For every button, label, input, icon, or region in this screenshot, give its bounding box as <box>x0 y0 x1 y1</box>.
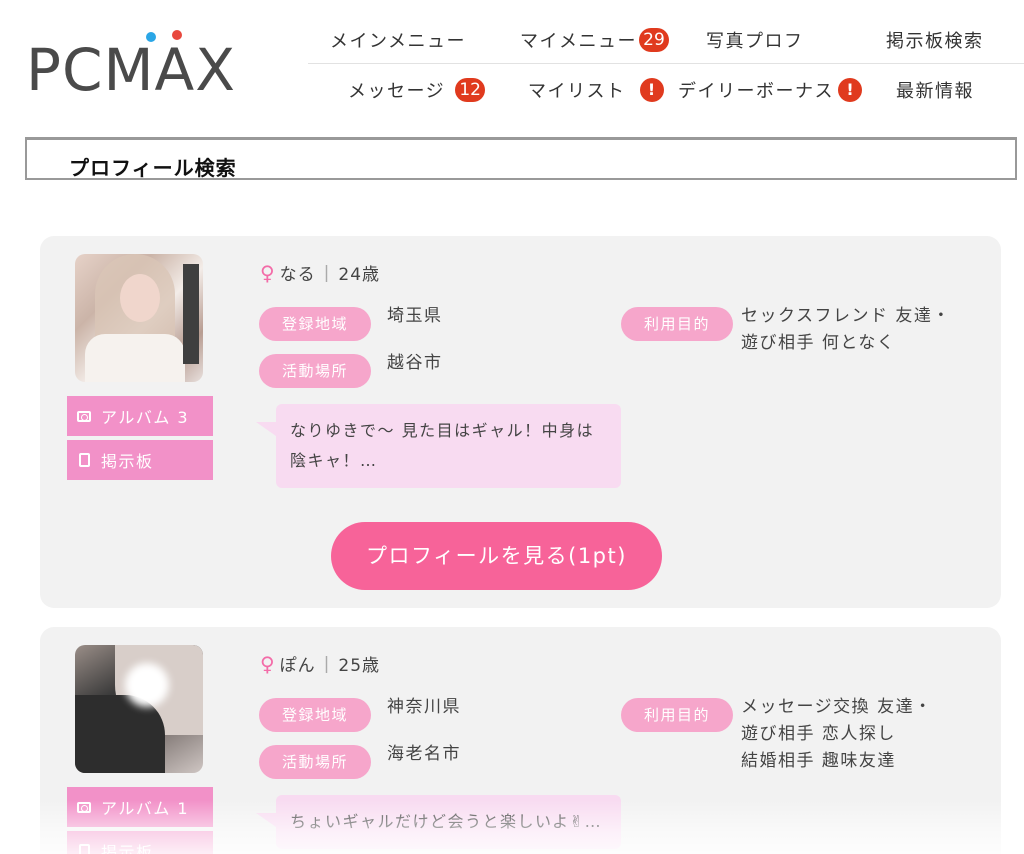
document-icon <box>77 453 91 467</box>
profile-photo[interactable] <box>75 254 203 382</box>
female-icon: ♀ <box>260 260 276 285</box>
activity-pill: 活動場所 <box>259 745 371 779</box>
profile-name: ぽん <box>279 656 316 676</box>
activity-pill: 活動場所 <box>259 354 371 388</box>
view-profile-button[interactable]: プロフィールを見る(1pt) <box>331 522 662 590</box>
profile-card: アルバム 3 掲示板 ♀ なる | 24歳 登録地域 埼玉県 活動場所 越谷市 … <box>40 236 1001 608</box>
album-button[interactable]: アルバム 3 <box>67 396 213 436</box>
nav-label: デイリーボーナス <box>678 81 834 102</box>
female-icon: ♀ <box>260 651 276 676</box>
bbs-label: 掲示板 <box>101 452 154 471</box>
activity-value: 海老名市 <box>387 744 461 764</box>
message-bubble: ちょいギャルだけど会うと楽しいよ✌… <box>256 795 621 849</box>
purpose-line: 遊び相手 恋人探し <box>741 724 896 744</box>
nav-label: メインメニュー <box>330 30 466 52</box>
profile-name-line: ♀ なる | 24歳 <box>260 260 381 286</box>
profile-card: アルバム 1 掲示板 ♀ ぽん | 25歳 登録地域 神奈川県 活動場所 海老名… <box>40 627 1001 854</box>
camera-icon <box>77 800 91 814</box>
notification-badge: 12 <box>455 78 486 102</box>
nav-photo-profile[interactable]: 写真プロフ <box>706 27 804 53</box>
bbs-button[interactable]: 掲示板 <box>67 440 213 480</box>
activity-value: 越谷市 <box>387 353 443 373</box>
purpose-value: セックスフレンド 友達・ 遊び相手 何となく <box>741 303 951 357</box>
profile-photo[interactable] <box>75 645 203 773</box>
profile-name-line: ♀ ぽん | 25歳 <box>260 651 381 677</box>
bbs-label: 掲示板 <box>101 843 154 854</box>
album-label: アルバム 1 <box>101 799 190 818</box>
nav-my-list[interactable]: マイリスト ! <box>528 77 664 103</box>
logo-text: PCMAX <box>26 36 236 104</box>
nav-label: 最新情報 <box>896 81 974 102</box>
page-title: プロフィール検索 <box>69 156 237 180</box>
album-button[interactable]: アルバム 1 <box>67 787 213 827</box>
nav-label: メッセージ <box>348 81 446 102</box>
purpose-line: 結婚相手 趣味友達 <box>741 751 896 771</box>
nav-bbs-search[interactable]: 掲示板検索 <box>886 27 984 53</box>
nav-latest-info[interactable]: 最新情報 <box>896 77 974 103</box>
nav-messages[interactable]: メッセージ 12 <box>348 77 486 103</box>
purpose-pill: 利用目的 <box>621 698 733 732</box>
bbs-button[interactable]: 掲示板 <box>67 831 213 854</box>
nav-daily-bonus[interactable]: デイリーボーナス ! <box>678 77 862 103</box>
nav-label: 写真プロフ <box>706 30 804 52</box>
nav-my-menu[interactable]: マイメニュー 29 <box>520 27 669 53</box>
region-pill: 登録地域 <box>259 698 371 732</box>
purpose-line: メッセージ交換 友達・ <box>741 697 933 717</box>
message-bubble: なりゆきで〜 見た目はギャル！中身は陰キャ！… <box>256 404 621 488</box>
region-value: 埼玉県 <box>387 306 443 326</box>
notification-badge: 29 <box>639 27 669 52</box>
profile-name: なる <box>279 265 316 285</box>
region-pill: 登録地域 <box>259 307 371 341</box>
main-nav-bottom: メッセージ 12 マイリスト ! デイリーボーナス ! 最新情報 <box>308 66 1024 114</box>
purpose-line: 遊び相手 何となく <box>741 333 896 353</box>
main-nav-top: メインメニュー マイメニュー 29 写真プロフ 掲示板検索 <box>308 16 1024 64</box>
document-icon <box>77 844 91 854</box>
purpose-value: メッセージ交換 友達・ 遊び相手 恋人探し 結婚相手 趣味友達 <box>741 694 933 775</box>
section-header: プロフィール検索 <box>25 137 1017 180</box>
purpose-pill: 利用目的 <box>621 307 733 341</box>
album-label: アルバム 3 <box>101 408 190 427</box>
region-value: 神奈川県 <box>387 697 461 717</box>
purpose-line: セックスフレンド 友達・ <box>741 306 951 326</box>
separator: | <box>323 262 331 283</box>
nav-label: 掲示板検索 <box>886 30 984 52</box>
profile-age: 25歳 <box>338 656 381 676</box>
nav-label: マイメニュー <box>520 30 637 52</box>
alert-icon: ! <box>838 78 862 102</box>
nav-label: マイリスト <box>528 81 626 102</box>
profile-age: 24歳 <box>338 265 381 285</box>
separator: | <box>323 653 331 674</box>
camera-icon <box>77 409 91 423</box>
alert-icon: ! <box>639 78 664 102</box>
pcmax-logo[interactable]: PCMAX <box>26 28 282 108</box>
nav-main-menu[interactable]: メインメニュー <box>330 27 466 53</box>
